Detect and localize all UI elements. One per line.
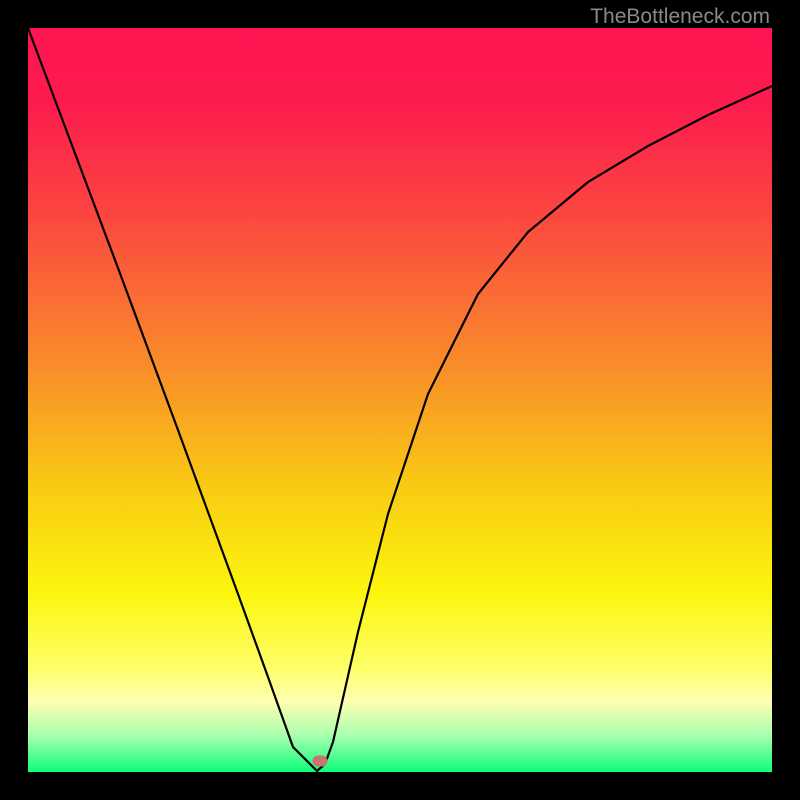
watermark-text: TheBottleneck.com	[590, 5, 770, 29]
bottleneck-curve	[28, 28, 772, 771]
optimal-point-marker	[313, 755, 328, 766]
chart-curve-svg	[28, 28, 772, 772]
bottleneck-chart	[28, 28, 772, 772]
